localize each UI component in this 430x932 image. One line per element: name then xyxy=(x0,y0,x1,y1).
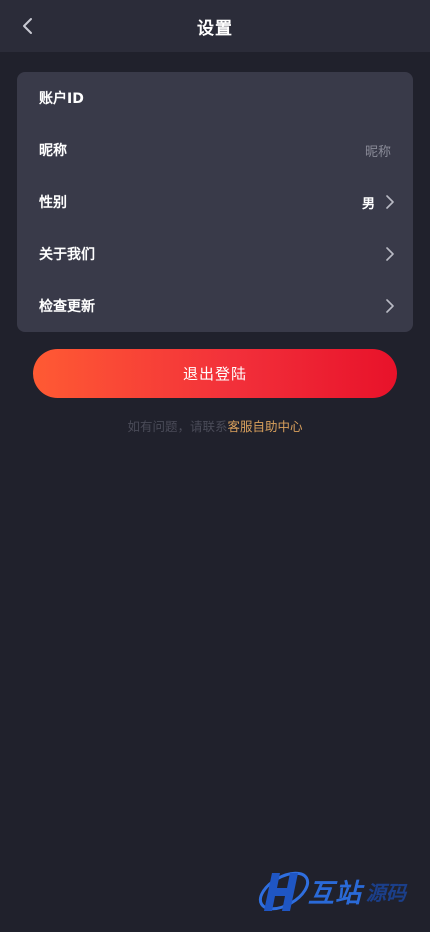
logout-label: 退出登陆 xyxy=(182,365,247,383)
watermark-logo: 互站 源码 xyxy=(254,860,424,922)
h-logo-icon xyxy=(258,871,310,911)
settings-card: 账户ID 昵称 昵称 性别 男 关于我们 检查更新 xyxy=(17,72,413,332)
gender-value: 男 xyxy=(361,196,375,212)
nickname-value: 昵称 xyxy=(364,144,391,160)
settings-row-about-us[interactable]: 关于我们 xyxy=(17,228,413,280)
back-button[interactable] xyxy=(14,12,42,40)
account-id-label: 账户ID xyxy=(39,91,84,107)
logout-button[interactable]: 退出登陆 xyxy=(33,349,397,398)
chevron-right-icon xyxy=(386,247,394,261)
about-us-label: 关于我们 xyxy=(39,247,95,263)
gender-label: 性别 xyxy=(39,195,67,211)
nickname-label: 昵称 xyxy=(39,143,67,159)
watermark-text: 互站 xyxy=(308,878,363,909)
settings-row-check-update[interactable]: 检查更新 xyxy=(17,280,413,332)
settings-row-nickname[interactable]: 昵称 昵称 xyxy=(17,124,413,176)
chevron-right-icon xyxy=(386,195,394,209)
chevron-left-icon xyxy=(23,18,32,34)
chevron-right-icon xyxy=(386,299,394,313)
top-nav-bar: 设置 xyxy=(0,0,430,52)
page-title: 设置 xyxy=(197,18,233,39)
settings-page: 设置 账户ID 昵称 昵称 性别 男 关于我们 检查更新 退出登陆 如有问题，请… xyxy=(0,0,430,932)
check-update-label: 检查更新 xyxy=(39,299,95,315)
watermark-subtext: 源码 xyxy=(366,880,407,905)
settings-row-gender[interactable]: 性别 男 xyxy=(17,176,413,228)
help-note: 如有问题，请联系客服自助中心 xyxy=(0,416,430,435)
settings-row-account-id[interactable]: 账户ID xyxy=(17,72,413,124)
customer-service-link[interactable]: 客服自助中心 xyxy=(228,419,303,434)
help-text: 如有问题，请联系 xyxy=(127,419,228,434)
